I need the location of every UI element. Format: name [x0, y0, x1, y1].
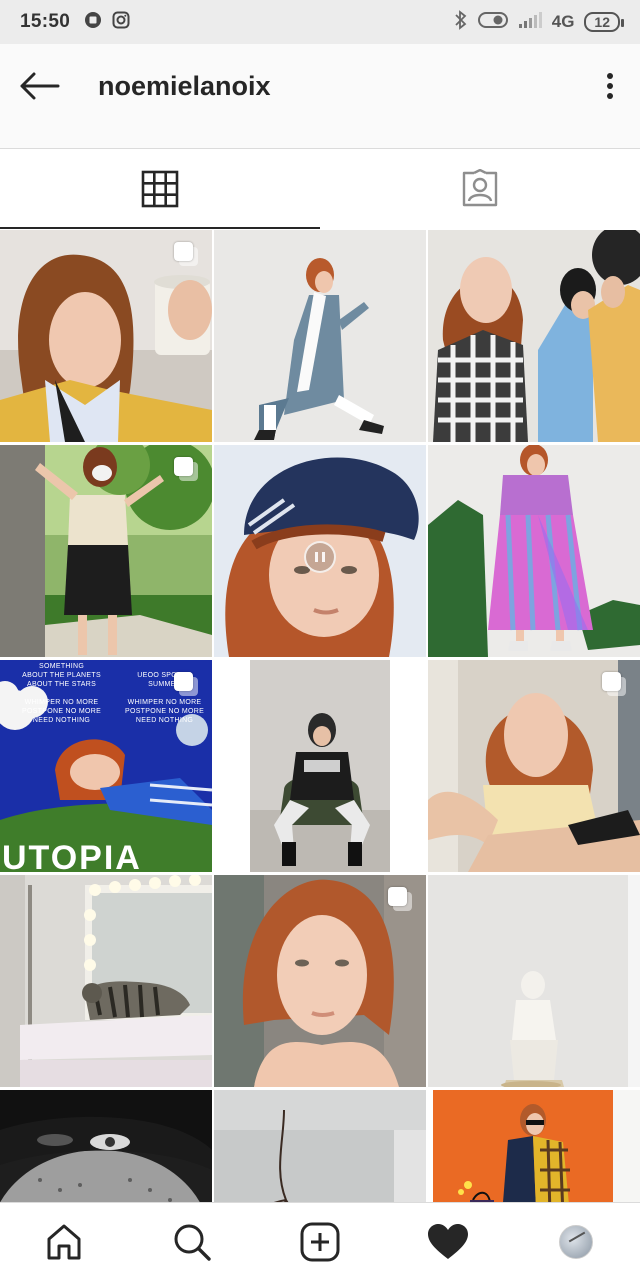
- post-tile[interactable]: [428, 230, 640, 442]
- post-tile[interactable]: [0, 875, 212, 1087]
- post-image: [428, 230, 640, 442]
- nav-home[interactable]: [0, 1203, 128, 1280]
- bluetooth-icon: [454, 9, 468, 35]
- more-vertical-icon: [607, 73, 613, 99]
- heart-icon: [428, 1223, 468, 1259]
- post-tile[interactable]: [214, 660, 426, 872]
- multiple-photos-icon: [174, 457, 198, 481]
- posts-grid: SOMETHING ABOUT THE PLANETS ABOUT THE ST…: [0, 230, 640, 1202]
- profile-username: noemielanoix: [98, 71, 271, 101]
- bottom-navigation: [0, 1202, 640, 1280]
- video-pause-icon: [304, 541, 336, 573]
- back-arrow-icon: [20, 72, 60, 100]
- post-tile[interactable]: [214, 445, 426, 657]
- post-tile[interactable]: [428, 660, 640, 872]
- poster-title: UTOPIA: [2, 839, 142, 872]
- record-icon: [84, 11, 102, 34]
- battery-indicator: 12: [584, 12, 624, 32]
- post-tile[interactable]: [214, 875, 426, 1087]
- post-image: [428, 875, 640, 1087]
- multiple-photos-icon: [174, 672, 198, 696]
- nav-new-post[interactable]: [256, 1203, 384, 1280]
- poster-text-left: SOMETHING ABOUT THE PLANETS ABOUT THE ST…: [22, 663, 102, 724]
- profile-avatar: [559, 1224, 593, 1259]
- nav-profile[interactable]: [512, 1203, 640, 1280]
- more-options-button[interactable]: [598, 64, 622, 108]
- tab-grid[interactable]: [0, 149, 320, 229]
- tagged-person-icon: [462, 169, 498, 207]
- signal-icon: [518, 11, 542, 34]
- post-image: [214, 230, 426, 442]
- post-tile[interactable]: SOMETHING ABOUT THE PLANETS ABOUT THE ST…: [0, 660, 212, 872]
- post-tile[interactable]: [428, 1090, 640, 1202]
- post-image: [214, 1090, 426, 1202]
- post-image: [0, 1090, 212, 1202]
- status-time: 15:50: [20, 11, 71, 32]
- search-icon: [174, 1224, 211, 1261]
- post-image: [214, 660, 426, 872]
- network-type: 4G: [551, 12, 575, 31]
- post-tile[interactable]: [0, 230, 212, 442]
- instagram-notification-icon: [112, 11, 130, 34]
- post-image: [428, 445, 640, 657]
- multiple-photos-icon: [388, 887, 412, 911]
- nav-search[interactable]: [128, 1203, 256, 1280]
- nav-activity[interactable]: [384, 1203, 512, 1280]
- battery-level: 12: [594, 14, 610, 30]
- back-button[interactable]: [16, 66, 62, 106]
- post-tile[interactable]: [214, 230, 426, 442]
- profile-tabs: [0, 148, 640, 229]
- post-tile[interactable]: [428, 875, 640, 1087]
- tab-tagged[interactable]: [320, 149, 640, 229]
- post-tile[interactable]: [0, 1090, 212, 1202]
- status-bar: 15:50 4G 12: [0, 0, 640, 44]
- post-tile[interactable]: [0, 445, 212, 657]
- multiple-photos-icon: [174, 242, 198, 266]
- home-icon: [47, 1224, 81, 1259]
- post-tile[interactable]: [214, 1090, 426, 1202]
- multiple-photos-icon: [602, 672, 626, 696]
- profile-header: noemielanoix: [0, 44, 640, 148]
- post-tile[interactable]: [428, 445, 640, 657]
- new-post-icon: [300, 1222, 340, 1261]
- post-image: [428, 1090, 640, 1202]
- toggle-icon: [477, 11, 508, 34]
- grid-icon: [141, 170, 179, 208]
- post-image: [0, 875, 212, 1087]
